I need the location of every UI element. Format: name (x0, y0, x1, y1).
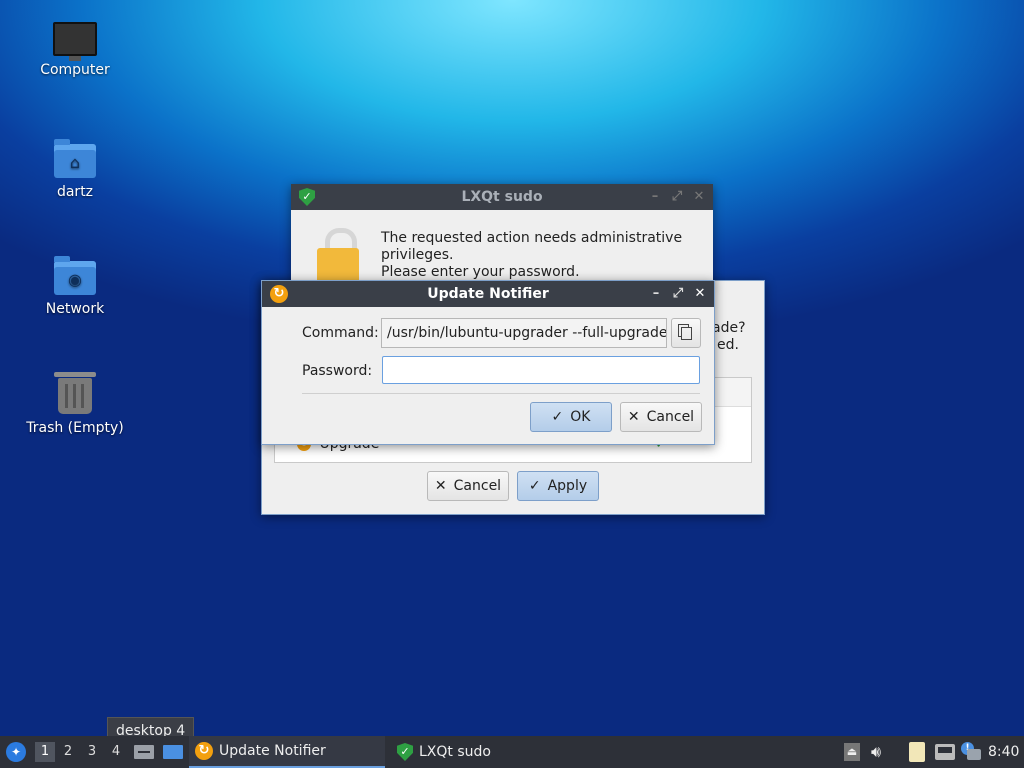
desktop-icon-computer[interactable]: Computer (20, 22, 130, 78)
sudo-message-line3: Please enter your password. (381, 264, 580, 280)
taskbar: ✦ 1 2 3 4 ↻ Update Notifier ✓ LXQt sudo … (0, 736, 1024, 768)
lxqt-sudo-titlebar[interactable]: ✓ LXQt sudo – ⤢ ✕ (291, 184, 713, 210)
lock-icon (317, 228, 359, 284)
apply-button[interactable]: ✓ Apply (517, 471, 599, 501)
sudo-message-line1: The requested action needs administrativ… (381, 230, 683, 246)
window-controls: – ⤢ ✕ (646, 284, 710, 304)
check-icon: ✓ (551, 409, 564, 425)
window-controls: – ⤢ ✕ (645, 187, 709, 207)
task-label: Update Notifier (219, 743, 326, 759)
desktop-icon-label: Computer (40, 62, 110, 78)
home-folder-icon: ⌂ (54, 139, 96, 178)
question-text-end: ade? (712, 320, 746, 336)
desktop-switch-3[interactable]: 3 (82, 742, 102, 762)
task-lxqt-sudo[interactable]: ✓ LXQt sudo (391, 736, 587, 768)
update-notifier-icon: ↻ (195, 742, 213, 760)
maximize-icon[interactable]: ⤢ (667, 187, 687, 207)
task-update-notifier[interactable]: ↻ Update Notifier (189, 736, 385, 768)
start-menu-button[interactable]: ✦ (4, 736, 28, 768)
upgrade-cancel-button[interactable]: ✕ Cancel (427, 471, 509, 501)
close-icon[interactable]: ✕ (690, 284, 710, 304)
trash-icon (54, 372, 96, 414)
copy-icon (680, 326, 692, 340)
desktop-icon-home[interactable]: ⌂ dartz (20, 139, 130, 200)
desktop-icon-label: Network (45, 301, 105, 317)
maximize-icon[interactable]: ⤢ (668, 284, 688, 304)
upgrade-cancel-label: Cancel (453, 478, 502, 494)
desktop-icon-trash[interactable]: Trash (Empty) (20, 372, 130, 436)
shield-icon: ✓ (397, 743, 413, 761)
question-text-end-2: ed. (717, 337, 739, 353)
desktop-switch-4[interactable]: 4 (106, 742, 126, 762)
close-icon: ✕ (627, 409, 640, 425)
task-label: LXQt sudo (419, 744, 491, 760)
desktop-icon-label: Trash (Empty) (26, 420, 124, 436)
update-notification-icon[interactable]: ! (961, 742, 981, 762)
desktop-switch-2[interactable]: 2 (58, 742, 78, 762)
volume-icon[interactable]: 🔊︎ (871, 742, 891, 762)
clipboard-icon[interactable] (909, 742, 925, 762)
update-notifier-titlebar[interactable]: ↻ Update Notifier – ⤢ ✕ (262, 281, 714, 307)
eject-icon[interactable]: ⏏ (844, 743, 860, 761)
cancel-button[interactable]: ✕ Cancel (620, 402, 702, 432)
ok-button[interactable]: ✓ OK (530, 402, 612, 432)
password-input[interactable] (382, 356, 700, 384)
file-manager-icon[interactable] (163, 745, 183, 759)
minimize-icon[interactable]: – (645, 187, 665, 207)
command-field[interactable]: /usr/bin/lubuntu-upgrader --full-upgrade (381, 318, 667, 348)
minimize-icon[interactable]: – (646, 284, 666, 304)
cancel-label: Cancel (646, 409, 695, 425)
sudo-message-line2: privileges. (381, 247, 454, 263)
show-desktop-icon[interactable] (134, 745, 154, 759)
close-icon: ✕ (434, 478, 447, 494)
lxqt-sudo-window: ✓ LXQt sudo – ⤢ ✕ The requested action n… (291, 184, 713, 284)
network-icon[interactable] (935, 744, 955, 760)
lubuntu-logo-icon: ✦ (6, 742, 26, 762)
desktop-switch-1[interactable]: 1 (35, 742, 55, 762)
ok-label: OK (570, 409, 591, 425)
network-folder-icon: ◉ (54, 256, 96, 295)
clock[interactable]: 8:40 (988, 736, 1022, 768)
update-notifier-dialog: ↻ Update Notifier – ⤢ ✕ Command: /usr/bi… (261, 280, 715, 445)
desktop-icon-network[interactable]: ◉ Network (20, 256, 130, 317)
copy-button[interactable] (671, 318, 701, 348)
close-icon[interactable]: ✕ (689, 187, 709, 207)
check-icon: ✓ (528, 478, 541, 494)
computer-icon (53, 22, 97, 61)
divider (302, 393, 700, 394)
desktop-icon-label: dartz (56, 184, 94, 200)
password-label: Password: (302, 363, 373, 379)
command-label: Command: (302, 325, 379, 341)
apply-label: Apply (547, 478, 588, 494)
